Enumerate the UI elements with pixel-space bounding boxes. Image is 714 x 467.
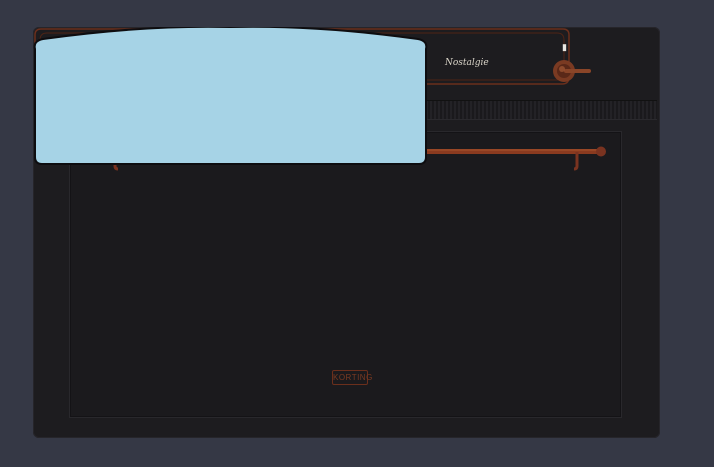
right-knob[interactable] (550, 58, 594, 84)
oven-body: Ī ▬ = ⊏ Nostalgie ▮ KORTING (33, 27, 660, 438)
oven-window (33, 27, 428, 165)
brand-badge: KORTING (332, 370, 372, 385)
nostalgie-script-logo: Nostalgie (445, 58, 489, 68)
right-knob-indicator: ▮ (562, 42, 567, 52)
